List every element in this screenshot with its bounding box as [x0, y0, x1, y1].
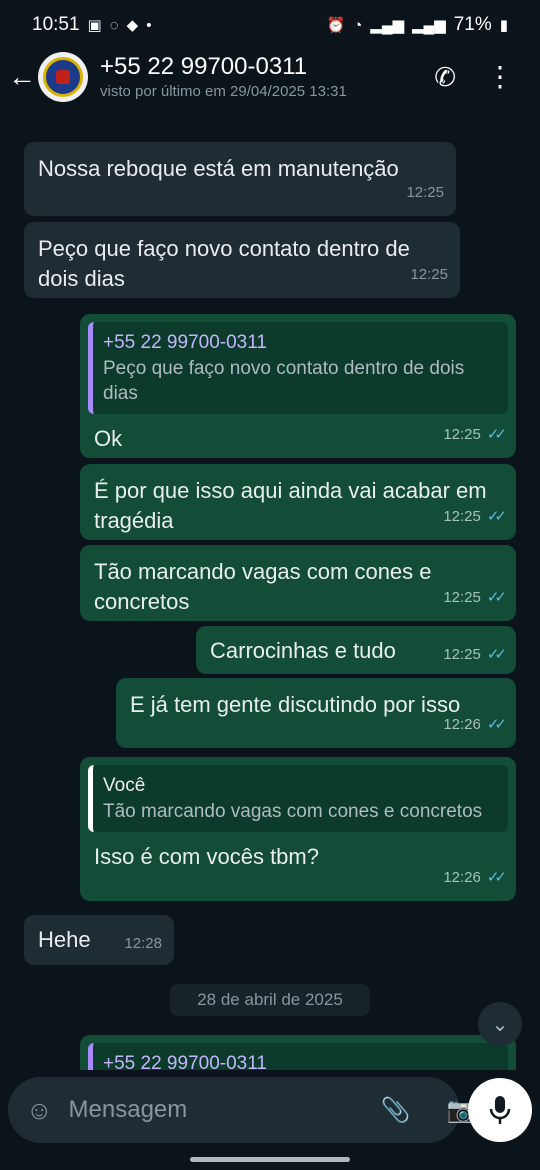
read-ticks-icon: ✓✓	[486, 508, 507, 525]
message-text: É por que isso aqui ainda vai acabar em …	[94, 478, 487, 533]
message-status: 12:25 ✓✓	[443, 583, 507, 613]
quoted-message[interactable]: +55 22 99700-0311	[88, 1043, 508, 1070]
back-arrow-icon[interactable]: ←	[8, 61, 38, 93]
dot-icon: •	[146, 16, 152, 34]
wifi-icon: ◔	[353, 16, 363, 34]
status-left: 10:51 ▣ ◌ ◆ •	[32, 14, 151, 36]
avatar-emblem	[43, 57, 83, 97]
sticker-icon[interactable]: ☺	[26, 1095, 53, 1126]
message-bubble[interactable]: Tão marcando vagas com cones e concretos…	[80, 545, 516, 621]
message-time: 12:26	[443, 716, 481, 733]
read-ticks-icon: ✓✓	[486, 869, 507, 886]
battery-level: 71%	[453, 14, 492, 35]
status-time: 10:51	[32, 14, 80, 35]
message-time: 12:25	[443, 646, 481, 663]
message-status: 12:26 ✓✓	[443, 863, 507, 893]
photo-icon: ▣	[87, 17, 102, 34]
alarm-icon: ⏰	[326, 17, 346, 34]
attach-icon[interactable]: 📎	[381, 1096, 411, 1125]
read-ticks-icon: ✓✓	[486, 716, 507, 733]
message-text: Nossa reboque está em manutenção	[38, 156, 399, 181]
message-time: 12:25	[410, 266, 448, 283]
contact-name: +55 22 99700-0311	[100, 53, 308, 80]
chat-icon: ◆	[126, 17, 139, 34]
quote-text: Tão marcando vagas com cones e concretos	[103, 801, 483, 822]
message-bubble[interactable]: Nossa reboque está em manutenção 12:25	[24, 142, 456, 216]
add-call-icon[interactable]: ✆	[434, 62, 456, 93]
message-bubble[interactable]: Carrocinhas e tudo 12:25 ✓✓	[196, 626, 516, 674]
message-bubble[interactable]: Peço que faço novo contato dentro de doi…	[24, 222, 460, 298]
more-options-icon[interactable]: ⋮	[486, 63, 514, 91]
message-time: 12:28	[124, 935, 162, 952]
message-text: Carrocinhas e tudo	[210, 638, 396, 663]
message-bubble[interactable]: E já tem gente discutindo por isso 12:26…	[116, 678, 516, 748]
scroll-down-button[interactable]: ⌄	[478, 1002, 522, 1046]
read-ticks-icon: ✓✓	[486, 426, 507, 443]
message-time: 12:25	[443, 426, 481, 443]
quote-text: Peço que faço novo contato dentro de doi…	[103, 358, 465, 404]
message-text: Tão marcando vagas com cones e concretos	[94, 559, 432, 614]
battery-icon: ▮	[499, 17, 508, 34]
message-time: 12:25	[443, 508, 481, 525]
message-input[interactable]	[66, 1095, 381, 1125]
quote-author: Você	[103, 775, 146, 796]
message-bubble[interactable]: +55 22 99700-0311	[80, 1035, 516, 1070]
message-time: 12:26	[443, 869, 481, 886]
message-text: Hehe	[38, 927, 91, 952]
message-text: Ok	[94, 426, 123, 451]
message-status: 12:26 ✓✓	[443, 710, 507, 740]
read-ticks-icon: ✓✓	[486, 589, 507, 606]
whatsapp-icon: ◌	[109, 16, 119, 34]
message-bubble[interactable]: É por que isso aqui ainda vai acabar em …	[80, 464, 516, 540]
signal-icon: ▂▄▆	[412, 17, 446, 34]
message-time: 12:25	[443, 589, 481, 606]
quote-author: +55 22 99700-0311	[103, 332, 267, 353]
message-status: 12:25 ✓✓	[443, 420, 507, 450]
last-seen: visto por último em 29/04/2025 13:31	[100, 83, 347, 100]
message-status: 12:25 ✓✓	[443, 502, 507, 532]
date-separator: 28 de abril de 2025	[170, 984, 370, 1016]
chat-area[interactable]: Nossa reboque está em manutenção 12:25 P…	[0, 118, 540, 1070]
message-composer: ☺ 📎 📷	[8, 1077, 476, 1143]
message-bubble[interactable]: Hehe 12:28	[24, 915, 174, 965]
status-right: ⏰ ◔ ▂▄▆ ▂▄▆ 71% ▮	[327, 14, 508, 36]
message-text: E já tem gente discutindo por isso	[130, 692, 461, 717]
quoted-message[interactable]: Você Tão marcando vagas com cones e conc…	[88, 765, 508, 832]
home-indicator[interactable]	[190, 1157, 350, 1162]
chevron-double-down-icon: ⌄	[491, 1013, 509, 1036]
message-time: 12:25	[406, 184, 444, 201]
read-ticks-icon: ✓✓	[486, 646, 507, 663]
quoted-message[interactable]: +55 22 99700-0311 Peço que faço novo con…	[88, 322, 508, 414]
message-bubble[interactable]: Você Tão marcando vagas com cones e conc…	[80, 757, 516, 901]
contact-info[interactable]: +55 22 99700-0311 visto por último em 29…	[100, 52, 434, 102]
message-text: Peço que faço novo contato dentro de doi…	[38, 236, 410, 291]
message-status: 12:25 ✓✓	[443, 640, 507, 670]
mic-icon	[489, 1096, 511, 1124]
message-text: Isso é com vocês tbm?	[94, 844, 319, 869]
header-actions: ✆ ⋮	[434, 62, 514, 93]
avatar[interactable]	[38, 52, 88, 102]
signal-icon: ▂▄▆	[370, 17, 404, 34]
quote-author: +55 22 99700-0311	[103, 1053, 267, 1070]
voice-message-button[interactable]	[468, 1078, 532, 1142]
message-bubble[interactable]: +55 22 99700-0311 Peço que faço novo con…	[80, 314, 516, 458]
chat-header: ← +55 22 99700-0311 visto por último em …	[0, 38, 540, 116]
